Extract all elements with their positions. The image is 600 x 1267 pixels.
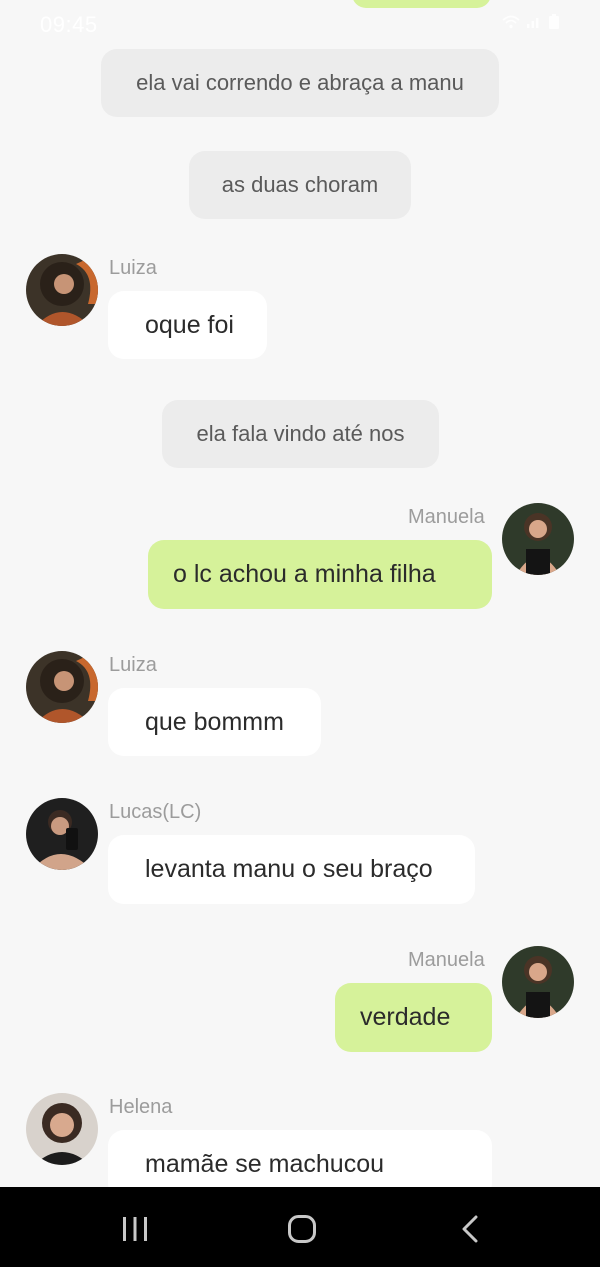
sender-name: Luiza [109, 257, 157, 279]
battery-icon [548, 14, 560, 35]
recent-apps-button[interactable] [113, 1209, 157, 1249]
luiza-avatar-icon [26, 651, 98, 723]
avatar-lucas[interactable] [26, 798, 98, 870]
recent-apps-icon [123, 1217, 147, 1241]
system-navigation-bar [0, 1187, 600, 1267]
incoming-message-bubble[interactable]: que bommm [108, 688, 321, 756]
manuela-avatar-icon [502, 946, 574, 1018]
sender-name: Manuela [408, 949, 485, 971]
avatar-manuela[interactable] [502, 946, 574, 1018]
luiza-avatar-icon [26, 254, 98, 326]
status-bar: 09:45 [0, 0, 600, 48]
narration-bubble: as duas choram [189, 151, 411, 219]
home-button[interactable] [280, 1209, 324, 1249]
avatar-luiza[interactable] [26, 651, 98, 723]
helena-avatar-icon [26, 1093, 98, 1165]
back-button[interactable] [448, 1209, 492, 1249]
incoming-message-bubble[interactable]: levanta manu o seu braço [108, 835, 475, 904]
sender-name: Manuela [408, 506, 485, 528]
lucas-avatar-icon [26, 798, 98, 870]
sender-name: Luiza [109, 654, 157, 676]
sender-name: Helena [109, 1096, 173, 1118]
signal-icon [526, 15, 542, 34]
avatar-luiza[interactable] [26, 254, 98, 326]
wifi-icon [502, 15, 520, 34]
incoming-message-bubble[interactable]: oque foi [108, 291, 267, 359]
narration-bubble: ela vai correndo e abraça a manu [101, 49, 499, 117]
home-icon [288, 1215, 316, 1243]
chat-screen: 09:45 ela vai correndo e abraça a manu a… [0, 0, 600, 1267]
status-icons [502, 14, 560, 35]
outgoing-message-bubble[interactable]: verdade [335, 983, 492, 1052]
manuela-avatar-icon [502, 503, 574, 575]
avatar-helena[interactable] [26, 1093, 98, 1165]
back-icon [462, 1215, 478, 1243]
outgoing-message-bubble[interactable]: o lc achou a minha filha [148, 540, 492, 609]
sender-name: Lucas(LC) [109, 801, 202, 823]
narration-bubble: ela fala vindo até nos [162, 400, 439, 468]
status-time: 09:45 [40, 12, 98, 37]
avatar-manuela[interactable] [502, 503, 574, 575]
